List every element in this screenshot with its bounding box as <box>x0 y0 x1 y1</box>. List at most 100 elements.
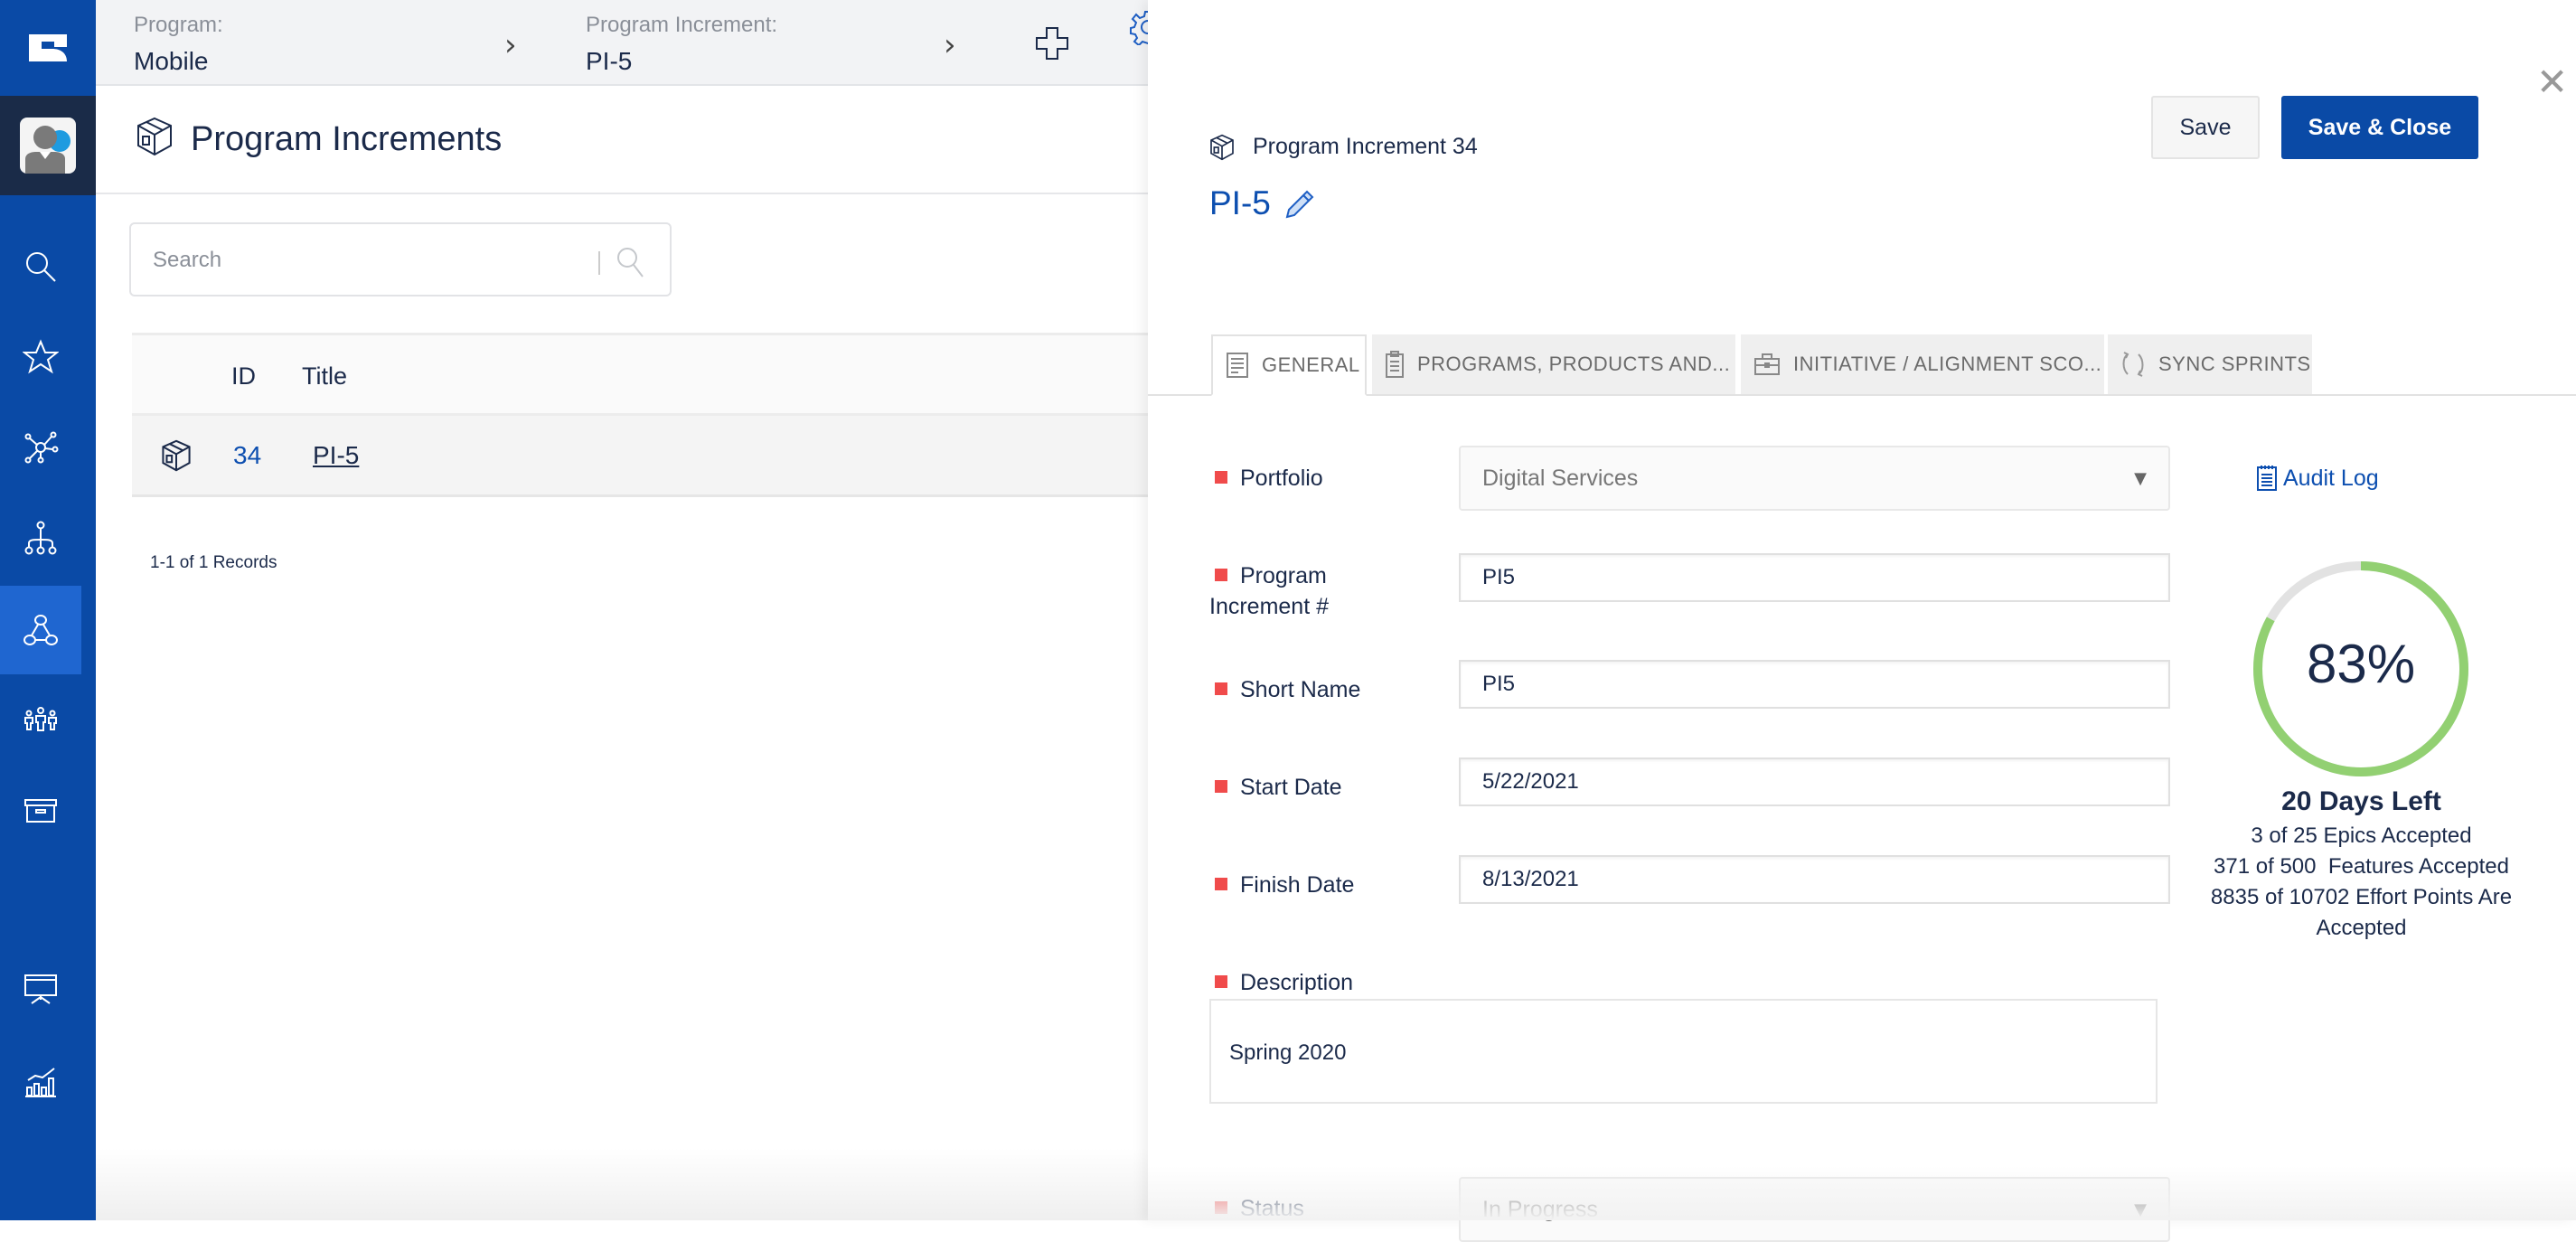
sidebar <box>0 0 96 1220</box>
breadcrumb-label: Program: <box>134 13 223 37</box>
breadcrumb-value: PI-5 <box>586 47 633 75</box>
search-icon <box>26 252 56 282</box>
required-marker <box>1215 471 1227 484</box>
close-panel-button[interactable]: ✕ <box>2536 60 2568 104</box>
sidebar-item-presentation[interactable] <box>0 946 81 1034</box>
breadcrumb-program[interactable]: Program: Mobile <box>134 13 223 76</box>
avatar[interactable] <box>20 118 76 174</box>
audit-log-link[interactable]: Audit Log <box>2256 465 2379 492</box>
clipboard-icon <box>1386 351 1404 378</box>
required-marker <box>1215 569 1227 581</box>
notepad-icon <box>2257 466 2277 491</box>
tab-label: INITIATIVE / ALIGNMENT SCO... <box>1793 353 2102 375</box>
finish-date-input[interactable] <box>1459 855 2170 904</box>
grid-header: ID Title <box>132 333 1148 416</box>
tab-sync-sprints[interactable]: SYNC SPRINTS <box>2108 334 2312 394</box>
page-fade <box>96 1148 1148 1220</box>
description-label: Description <box>1215 967 1353 998</box>
breadcrumb-label: Program Increment: <box>586 13 778 37</box>
tab-programs-products[interactable]: PROGRAMS, PRODUCTS AND... <box>1372 334 1735 394</box>
record-count: 1-1 of 1 Records <box>150 553 277 572</box>
progress-percent: 83% <box>2306 634 2416 694</box>
add-button[interactable] <box>1034 25 1070 61</box>
progress-stats: 20 Days Left 3 of 25 Epics Accepted 371 … <box>2187 786 2535 944</box>
row-id-link[interactable]: 34 <box>233 441 261 470</box>
pencil-icon <box>1285 190 1314 219</box>
row-title-link[interactable]: PI-5 <box>313 441 359 470</box>
search-button[interactable] <box>616 246 646 278</box>
tab-label: GENERAL <box>1262 353 1360 376</box>
document-icon <box>1227 353 1248 378</box>
chevron-right-icon: › <box>944 27 956 63</box>
program-increment-number-label: Program Increment # <box>1209 563 1330 619</box>
portfolio-value: Digital Services <box>1482 465 1639 491</box>
chart-icon <box>25 1068 56 1097</box>
program-increment-number-input[interactable] <box>1459 553 2170 602</box>
save-button[interactable]: Save <box>2151 96 2260 159</box>
required-marker <box>1215 780 1227 793</box>
required-marker <box>1215 682 1227 695</box>
effort-points-accepted: 8835 of 10702 Effort Points Are <box>2210 885 2513 909</box>
effort-points-accepted-cont: Accepted <box>2316 916 2407 940</box>
sidebar-item-hierarchy[interactable] <box>0 494 81 582</box>
triangle-nodes-icon <box>24 615 58 645</box>
hierarchy-icon <box>24 521 57 555</box>
audit-log-label: Audit Log <box>2283 465 2379 491</box>
save-and-close-button[interactable]: Save & Close <box>2281 96 2478 159</box>
briefcase-icon <box>1754 353 1780 375</box>
logo-icon <box>29 34 67 61</box>
search-box <box>129 222 672 296</box>
tab-initiative-alignment[interactable]: INITIATIVE / ALIGNMENT SCO... <box>1741 334 2104 394</box>
portfolio-label: Portfolio <box>1215 463 1323 494</box>
sidebar-item-favorites[interactable] <box>0 313 81 401</box>
short-name-label: Short Name <box>1215 674 1360 705</box>
sidebar-item-reports[interactable] <box>0 1038 81 1126</box>
page-header: Program Increments <box>96 88 1148 194</box>
tab-general[interactable]: GENERAL <box>1211 334 1367 396</box>
sidebar-item-network[interactable] <box>0 403 81 492</box>
finish-date-label: Finish Date <box>1215 870 1354 900</box>
search-input[interactable] <box>153 242 578 278</box>
status-select[interactable]: In Progress ▼ <box>1459 1177 2170 1242</box>
required-marker <box>1215 975 1227 988</box>
portfolio-select[interactable]: Digital Services ▼ <box>1459 446 2170 511</box>
chevron-right-icon: › <box>504 27 517 63</box>
sidebar-item-teams[interactable] <box>0 676 81 765</box>
short-name-input[interactable] <box>1459 660 2170 709</box>
presentation-icon <box>24 974 57 1004</box>
breadcrumb-bar: Program: Mobile › Program Increment: PI-… <box>96 0 1152 86</box>
sidebar-item-search[interactable] <box>0 222 81 311</box>
box-icon <box>161 439 192 476</box>
description-textarea[interactable]: Spring 2020 <box>1209 999 2158 1104</box>
breadcrumb-program-increment[interactable]: Program Increment: PI-5 <box>586 13 777 76</box>
tab-label: PROGRAMS, PRODUCTS AND... <box>1417 353 1731 375</box>
required-marker <box>1215 1201 1227 1214</box>
box-icon <box>1209 134 1235 165</box>
table-row[interactable]: 34 PI-5 <box>132 416 1148 497</box>
tab-label: SYNC SPRINTS <box>2158 353 2311 375</box>
column-header-id[interactable]: ID <box>231 362 256 390</box>
dropdown-caret-icon: ▼ <box>2134 469 2147 488</box>
status-value: In Progress <box>1482 1196 1598 1222</box>
archive-box-icon <box>24 799 57 823</box>
user-icon <box>25 126 71 174</box>
record-title: PI-5 <box>1209 184 1271 221</box>
search-icon <box>617 248 644 278</box>
user-avatar-area[interactable] <box>0 96 96 195</box>
sync-icon <box>2122 352 2144 377</box>
features-accepted: 371 of 500 Features Accepted <box>2214 854 2509 879</box>
sidebar-item-archive[interactable] <box>0 767 81 855</box>
box-icon <box>136 117 174 161</box>
people-icon <box>24 707 57 731</box>
status-label: Status <box>1215 1193 1304 1224</box>
column-header-title[interactable]: Title <box>302 362 347 390</box>
network-icon <box>24 431 59 464</box>
sidebar-item-programs[interactable] <box>0 586 81 674</box>
star-icon <box>23 339 59 374</box>
epics-accepted: 3 of 25 Epics Accepted <box>2251 823 2472 848</box>
plus-icon <box>1036 27 1068 60</box>
app-logo[interactable] <box>0 0 96 96</box>
days-left: 20 Days Left <box>2281 786 2441 816</box>
start-date-input[interactable] <box>1459 757 2170 806</box>
edit-title-button[interactable] <box>1283 186 1318 223</box>
